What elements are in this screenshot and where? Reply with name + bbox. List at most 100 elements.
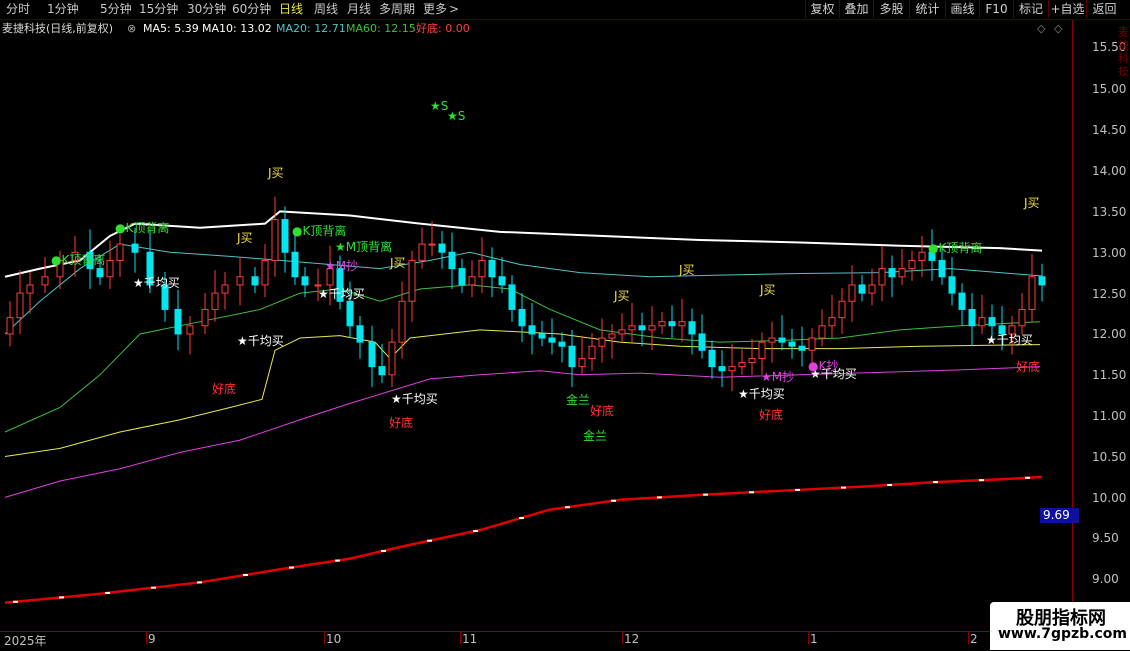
restore-rights-button[interactable]: 复权 <box>805 0 839 18</box>
trend-marker <box>335 559 340 562</box>
date-label: 2 <box>970 632 978 646</box>
candle-body <box>558 341 566 347</box>
price-tick: 12.50 <box>1092 287 1127 301</box>
signal-label: 好底 <box>389 416 414 430</box>
candle-body <box>868 284 876 294</box>
tab-more[interactable]: 更多 <box>423 2 447 17</box>
tab-daily[interactable]: 日线 <box>279 2 303 17</box>
candle-body <box>788 341 796 347</box>
tab-5min[interactable]: 5分钟 <box>100 2 132 17</box>
tab-30min[interactable]: 30分钟 <box>187 2 226 17</box>
signal-label: J买 <box>679 263 695 277</box>
candle-body <box>408 259 416 302</box>
candle-body <box>106 259 114 278</box>
back-button[interactable]: 返回 <box>1086 0 1122 18</box>
candle-body <box>346 300 354 327</box>
candle-body <box>6 317 14 335</box>
date-divider <box>808 632 809 644</box>
date-divider <box>146 632 147 644</box>
trend-line <box>4 475 1043 604</box>
candle-body <box>668 321 676 327</box>
tab-60min[interactable]: 60分钟 <box>232 2 271 17</box>
signal-label: J买 <box>614 289 630 303</box>
signal-label: J买 <box>268 166 284 180</box>
candle-body <box>236 276 244 286</box>
candle-body <box>978 317 986 327</box>
candle-body <box>768 337 776 343</box>
price-tick: 15.00 <box>1092 82 1127 96</box>
candle-body <box>938 259 946 278</box>
add-favorite-button[interactable]: +自选 <box>1048 0 1086 18</box>
candle-body <box>888 268 896 278</box>
signal-label: 好底 <box>212 382 237 396</box>
tab-monthly[interactable]: 月线 <box>347 2 371 17</box>
candle-body <box>908 259 916 270</box>
candle-body <box>448 251 456 270</box>
tab-weekly[interactable]: 周线 <box>314 2 338 17</box>
candle-body <box>428 243 436 246</box>
signal-label: ★千均买 <box>237 334 284 348</box>
trend-marker <box>841 486 846 489</box>
candle-body <box>678 321 686 327</box>
signal-label: 好底 <box>1016 360 1041 374</box>
side-vertical-text: 麦捷科技 <box>1118 26 1129 78</box>
candle-body <box>508 284 516 310</box>
signal-label: J买 <box>1024 196 1040 210</box>
candle-body <box>878 268 886 286</box>
trend-marker <box>381 549 386 552</box>
trend-marker <box>151 586 156 589</box>
date-label: 10 <box>326 632 342 646</box>
overlay-button[interactable]: 叠加 <box>839 0 873 18</box>
trend-marker <box>197 581 202 584</box>
candle-body <box>438 243 446 253</box>
candle-body <box>898 268 906 278</box>
candle-body <box>1038 276 1046 286</box>
trend-marker <box>473 530 478 533</box>
signal-label: J买 <box>760 283 776 297</box>
candle-body <box>116 243 124 261</box>
candle-body <box>648 325 656 331</box>
tab-15min[interactable]: 15分钟 <box>139 2 178 17</box>
signal-label: ★M抄 <box>761 370 795 384</box>
trend-marker <box>749 491 754 494</box>
multi-stock-button[interactable]: 多股 <box>873 0 909 18</box>
candle-body <box>778 337 786 343</box>
draw-line-button[interactable]: 画线 <box>945 0 979 18</box>
tab-timeshare[interactable]: 分时 <box>6 2 30 17</box>
candle-body <box>261 259 269 286</box>
candle-body <box>738 362 746 368</box>
date-label: 12 <box>624 632 640 646</box>
f10-button[interactable]: F10 <box>979 0 1013 18</box>
candle-body <box>26 284 34 294</box>
tab-multi-period[interactable]: 多周期 <box>379 2 415 17</box>
trend-marker <box>979 479 984 482</box>
price-tick: 11.00 <box>1092 409 1127 423</box>
chevron-right-icon[interactable]: > <box>449 2 459 17</box>
signal-label: J买 <box>237 231 253 245</box>
candle-body <box>418 243 426 261</box>
price-tick: 10.50 <box>1092 450 1127 464</box>
tab-1min[interactable]: 1分钟 <box>47 2 79 17</box>
candle-body <box>1018 308 1026 327</box>
candle-body <box>301 276 309 286</box>
candle-body <box>356 325 364 343</box>
date-label: 9 <box>148 632 156 646</box>
signal-label: ★S <box>430 99 449 113</box>
price-tick: 13.00 <box>1092 246 1127 260</box>
trend-marker <box>1025 476 1030 479</box>
candle-body <box>388 341 396 376</box>
candle-body <box>758 341 766 359</box>
mark-button[interactable]: 标记 <box>1013 0 1048 18</box>
kline-chart[interactable] <box>0 20 1072 630</box>
date-divider <box>324 632 325 644</box>
candle-body <box>918 251 926 261</box>
signal-label: ●K抄 <box>808 359 839 373</box>
statistics-button[interactable]: 统计 <box>909 0 945 18</box>
price-tick: 9.00 <box>1092 572 1119 586</box>
trend-marker <box>427 539 432 542</box>
candle-body <box>518 308 526 327</box>
red-trend-line <box>4 475 1043 604</box>
candle-body <box>291 251 299 278</box>
candle-body <box>458 268 466 286</box>
candle-body <box>798 345 806 351</box>
